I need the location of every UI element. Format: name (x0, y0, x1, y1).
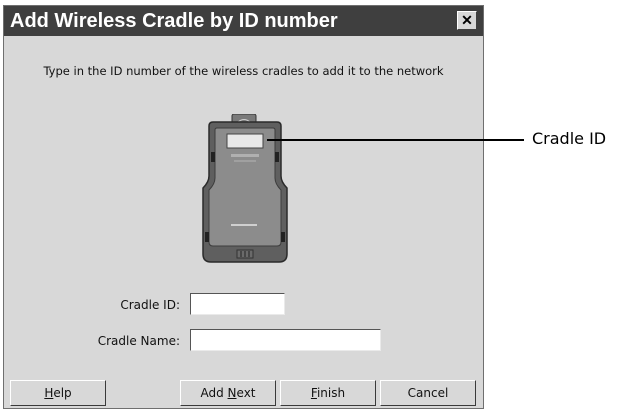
cradle-id-input[interactable] (190, 293, 285, 315)
cancel-button[interactable]: Cancel (380, 380, 476, 406)
callout-label: Cradle ID (532, 129, 607, 148)
finish-button[interactable]: Finish (280, 380, 376, 406)
close-icon: ✕ (461, 12, 473, 28)
cradle-clip-left-bottom (205, 232, 209, 242)
wireless-cradle-image (202, 114, 288, 263)
cradle-name-label: Cradle Name: (97, 334, 180, 348)
add-next-button[interactable]: Add Next (180, 380, 276, 406)
callout-line (267, 139, 524, 141)
cradle-id-label-area (226, 133, 264, 149)
cradle-model-line (234, 160, 256, 162)
instruction-text: Type in the ID number of the wireless cr… (43, 64, 444, 78)
cradle-name-input[interactable] (190, 329, 381, 351)
cradle-clip-left-top (211, 152, 215, 162)
cradle-clip-right-bottom (281, 232, 285, 242)
close-button[interactable]: ✕ (457, 11, 477, 30)
cradle-brand-line (231, 154, 259, 157)
cradle-logo-line (231, 224, 257, 226)
cradle-id-label: Cradle ID: (120, 298, 180, 312)
dialog-title: Add Wireless Cradle by ID number (10, 10, 338, 32)
dialog-title-bar[interactable]: Add Wireless Cradle by ID number ✕ (4, 6, 483, 36)
cradle-clip-right-top (275, 152, 279, 162)
add-wireless-cradle-dialog: Add Wireless Cradle by ID number ✕ Type … (3, 5, 484, 409)
help-button[interactable]: Help (10, 380, 106, 406)
